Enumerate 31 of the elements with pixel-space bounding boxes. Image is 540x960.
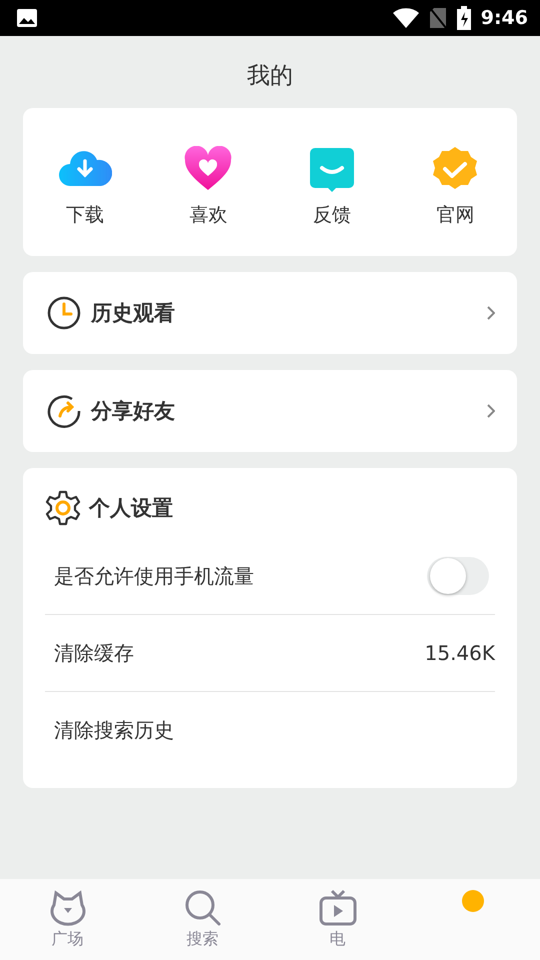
cache-size: 15.46K [424,641,495,665]
shortcut-label[interactable]: 喜欢 [189,202,228,228]
shortcut-label[interactable]: 反馈 [312,202,351,228]
chevron-right-icon [487,404,495,418]
image-icon [16,8,38,28]
shortcut-label[interactable]: 下载 [66,202,104,228]
toggle-switch[interactable] [427,557,489,595]
menu-row-label: 历史观看 [91,300,176,327]
search-icon [182,889,222,927]
chat-smile-icon [310,146,354,192]
setting-label[interactable]: 清除缓存 [54,640,425,666]
menu-row[interactable]: 历史观看 [23,272,517,354]
gear-icon [45,490,81,526]
share-icon [47,394,81,428]
cat-face-icon [48,889,88,927]
setting-label[interactable]: 清除搜索历史 [54,716,495,744]
clock-icon [47,296,81,330]
settings-title: 个人设置 [89,495,174,522]
page-title: 我的 [246,62,294,91]
dot-icon [460,889,484,913]
tv-icon [318,889,358,927]
chevron-right-icon [487,306,495,320]
wifi-icon [392,8,419,28]
no-sim-icon [428,7,447,29]
status-time: 9:46 [480,7,528,29]
menu-row-label: 分享好友 [91,398,176,425]
menu-row[interactable]: 分享好友 [23,370,517,452]
heart-icon [183,146,234,192]
battery-charging-icon [456,6,471,30]
setting-label[interactable]: 是否允许使用手机流量 [54,562,427,590]
shortcut-label[interactable]: 官网 [436,202,474,228]
